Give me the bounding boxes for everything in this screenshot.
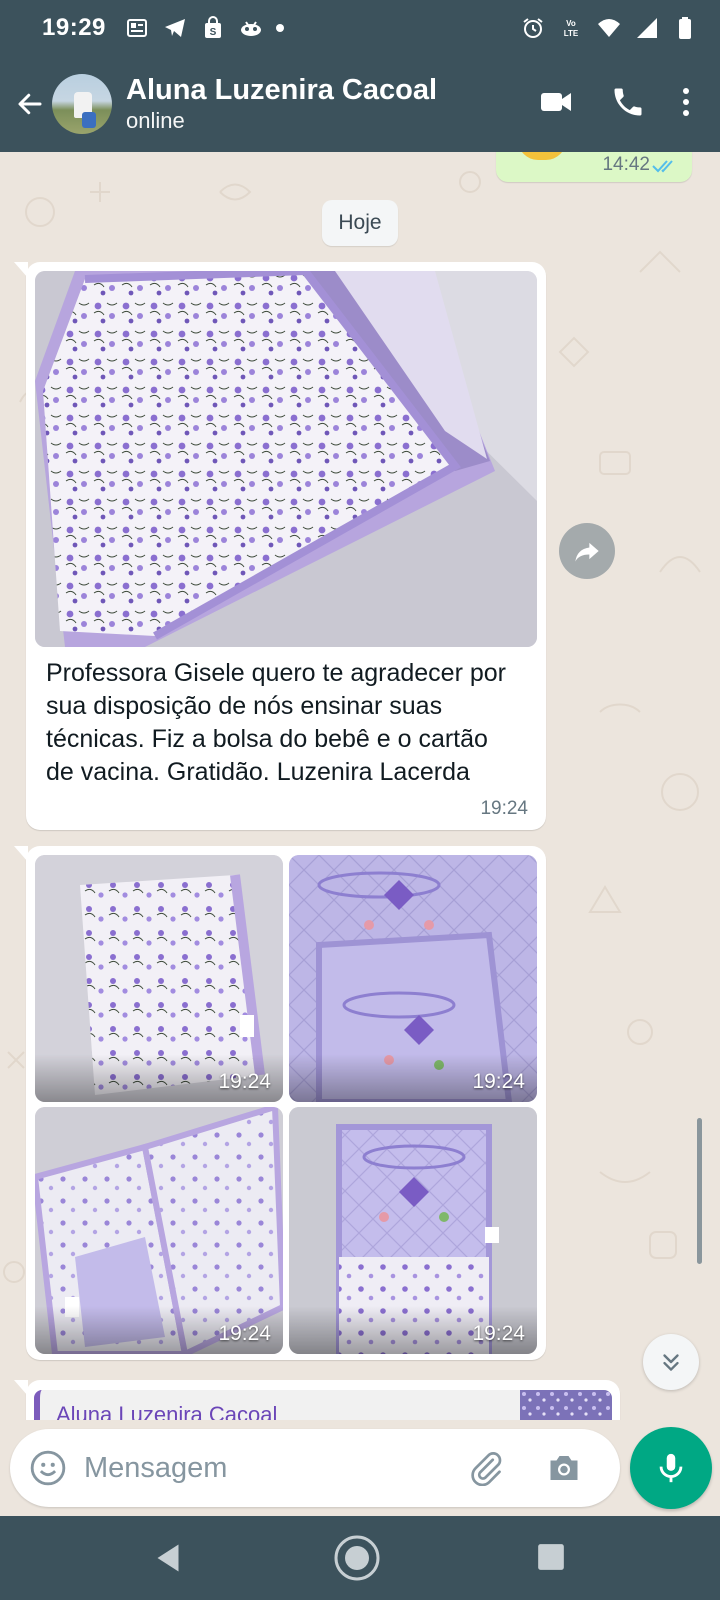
alarm-icon [520, 15, 546, 41]
incoming-album[interactable]: 19:24 19:24 19:24 19:24 [14, 846, 546, 1360]
news-icon [124, 15, 150, 41]
album-photo-2[interactable]: 19:24 [289, 855, 537, 1102]
contact-name: Aluna Luzenira Cacoal [126, 74, 438, 106]
contact-status: online [126, 108, 185, 133]
system-status-icons: Vo LTE [520, 15, 698, 41]
quoted-sender-name: Aluna Luzenira Cacoal [56, 1402, 278, 1420]
chat-header: Aluna Luzenira Cacoal online [0, 56, 720, 152]
quoted-thumbnail [520, 1390, 612, 1420]
double-chevron-down-icon [663, 1354, 679, 1371]
album-photo-1[interactable]: 19:24 [35, 855, 283, 1102]
photo-time: 19:24 [218, 1070, 271, 1093]
contact-avatar[interactable] [52, 74, 112, 134]
wifi-icon [596, 15, 622, 41]
incoming-message[interactable]: Professora Gisele quero te agradecer por… [14, 262, 546, 830]
dot-icon [275, 24, 284, 32]
photo-time: 19:24 [472, 1070, 525, 1093]
attach-button[interactable] [464, 1446, 508, 1490]
shopping-bag-icon: S [200, 15, 226, 41]
message-composer [10, 1429, 620, 1507]
emoji-button[interactable] [26, 1446, 70, 1490]
nav-back-icon[interactable] [150, 1540, 186, 1576]
message-time: 19:24 [480, 798, 528, 819]
forward-button[interactable] [559, 523, 615, 579]
paperclip-icon [471, 1452, 502, 1486]
svg-text:Vo: Vo [566, 19, 576, 28]
message-caption: Professora Gisele quero te agradecer por… [46, 659, 506, 786]
incoming-reply-message[interactable]: Aluna Luzenira Cacoal [14, 1380, 620, 1420]
floral-pouch-image [35, 271, 537, 647]
photo-time: 19:24 [472, 1322, 525, 1345]
header-actions [538, 84, 690, 125]
phone-icon[interactable] [610, 84, 646, 125]
read-ticks-icon [652, 160, 673, 173]
photo-time: 19:24 [218, 1322, 271, 1345]
status-time: 19:29 [42, 14, 106, 41]
date-separator: Hoje [322, 200, 398, 246]
forward-arrow-icon [575, 542, 599, 562]
message-time: 14:42 [602, 154, 650, 175]
scroll-to-bottom-button[interactable] [643, 1334, 699, 1390]
album-photo-4[interactable]: 19:24 [289, 1107, 537, 1354]
system-navigation-bar [0, 1516, 720, 1600]
message-photo[interactable] [35, 271, 537, 647]
status-bar: 19:29 S Vo LTE [0, 0, 720, 56]
voice-message-button[interactable] [630, 1427, 712, 1509]
nav-recent-apps-icon[interactable] [537, 1543, 565, 1571]
more-options-icon[interactable] [682, 87, 690, 122]
back-button[interactable] [6, 80, 54, 128]
battery-icon [672, 15, 698, 41]
camera-button[interactable] [542, 1446, 586, 1490]
nav-home-icon[interactable] [333, 1534, 381, 1582]
svg-text:S: S [210, 27, 217, 38]
game-controller-icon [238, 15, 264, 41]
signal-icon [634, 15, 660, 41]
camera-icon [550, 1456, 578, 1480]
emoji-sticker [518, 152, 566, 160]
smiley-icon [30, 1450, 66, 1486]
message-input[interactable] [84, 1451, 464, 1485]
chat-area[interactable]: 14:42 Hoje Professora Gisele quero te ag… [0, 152, 720, 1420]
svg-text:LTE: LTE [564, 29, 579, 38]
scrollbar[interactable] [697, 1118, 702, 1264]
microphone-icon [659, 1453, 683, 1483]
outgoing-message[interactable]: 14:42 [496, 152, 692, 182]
volte-icon: Vo LTE [558, 15, 584, 41]
quoted-message[interactable]: Aluna Luzenira Cacoal [34, 1390, 612, 1420]
contact-info[interactable]: Aluna Luzenira Cacoal online [126, 73, 437, 135]
status-notification-icons: S [124, 15, 284, 41]
top-bar: 19:29 S Vo LTE Aluna Luzenira Cacoal onl… [0, 0, 720, 152]
back-arrow-icon [18, 93, 42, 115]
album-photo-3[interactable]: 19:24 [35, 1107, 283, 1354]
telegram-icon [162, 15, 188, 41]
video-call-icon[interactable] [538, 84, 574, 125]
